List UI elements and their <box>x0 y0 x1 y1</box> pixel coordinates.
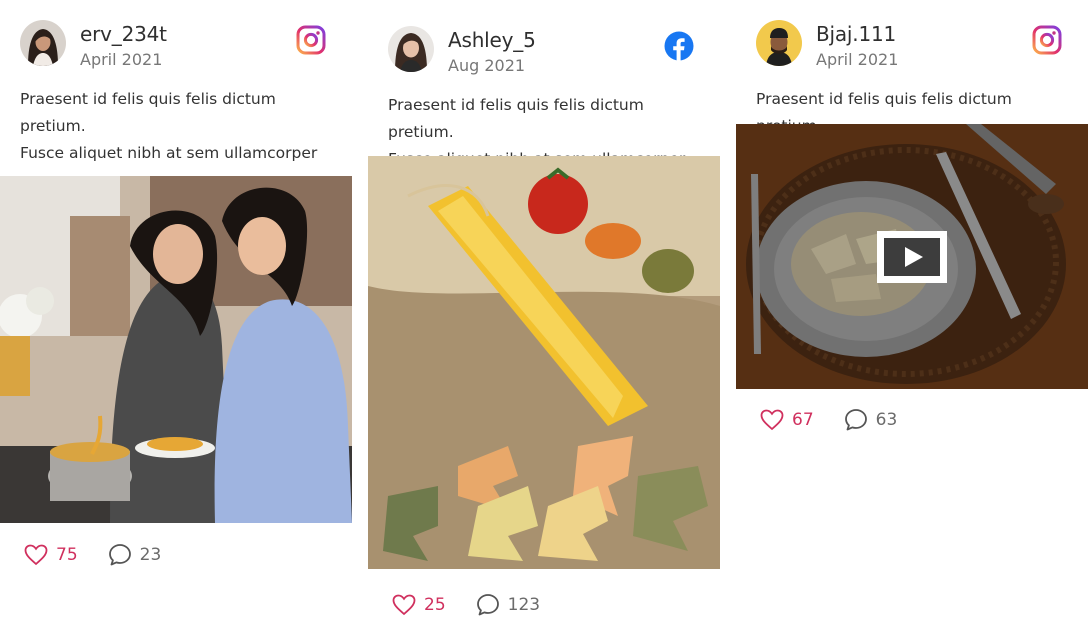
avatar[interactable] <box>20 20 66 66</box>
post-text: Praesent id felis quis felis dictum pret… <box>20 86 332 167</box>
post-header: erv_234t April 2021 <box>0 20 352 80</box>
comment-button[interactable]: 63 <box>844 408 898 432</box>
post-date: April 2021 <box>80 50 163 69</box>
instagram-icon[interactable] <box>296 25 326 55</box>
post-photo[interactable] <box>368 156 720 569</box>
comment-icon <box>844 409 867 431</box>
post-actions: 75 23 <box>24 543 191 567</box>
instagram-icon[interactable] <box>1032 25 1062 55</box>
facebook-icon[interactable] <box>664 31 694 61</box>
post-actions: 67 63 <box>760 408 927 432</box>
play-button[interactable] <box>877 230 947 283</box>
like-count: 67 <box>792 410 814 430</box>
like-count: 75 <box>56 545 78 565</box>
heart-icon <box>392 594 416 616</box>
post-text-line: Praesent id felis quis felis dictum pret… <box>20 90 276 135</box>
comment-icon <box>108 544 131 566</box>
post-text-line: Fusce aliquet nibh at sem ullamcorper <box>20 144 318 162</box>
comment-button[interactable]: 23 <box>108 543 162 567</box>
post-date: Aug 2021 <box>448 56 526 75</box>
username[interactable]: Ashley_5 <box>448 28 536 52</box>
post-header: Ashley_5 Aug 2021 <box>368 26 720 86</box>
heart-icon <box>24 544 48 566</box>
like-button[interactable]: 75 <box>24 544 78 566</box>
comment-icon <box>476 594 499 616</box>
heart-icon <box>760 409 784 431</box>
username[interactable]: erv_234t <box>80 22 167 46</box>
like-count: 25 <box>424 595 446 615</box>
like-button[interactable]: 67 <box>760 409 814 431</box>
comment-button[interactable]: 123 <box>476 593 540 617</box>
comment-count: 63 <box>875 410 898 430</box>
post-photo[interactable] <box>0 176 352 523</box>
post-card-2: Ashley_5 Aug 2021 Praesent id felis quis… <box>368 26 720 173</box>
like-button[interactable]: 25 <box>392 594 446 616</box>
post-text-line: Praesent id felis quis felis dictum pret… <box>388 96 644 141</box>
play-icon <box>877 230 947 283</box>
post-date: April 2021 <box>816 50 899 69</box>
post-video[interactable] <box>736 124 1088 389</box>
post-card-3: Bjaj.111 April 2021 Praesent id felis qu… <box>736 20 1088 140</box>
comment-count: 123 <box>507 595 541 615</box>
post-actions: 25 123 <box>392 593 570 617</box>
post-card-1: erv_234t April 2021 Praesent id felis qu… <box>0 20 352 167</box>
username[interactable]: Bjaj.111 <box>816 22 896 46</box>
avatar[interactable] <box>756 20 802 66</box>
avatar[interactable] <box>388 26 434 72</box>
post-header: Bjaj.111 April 2021 <box>736 20 1088 80</box>
comment-count: 23 <box>139 545 162 565</box>
